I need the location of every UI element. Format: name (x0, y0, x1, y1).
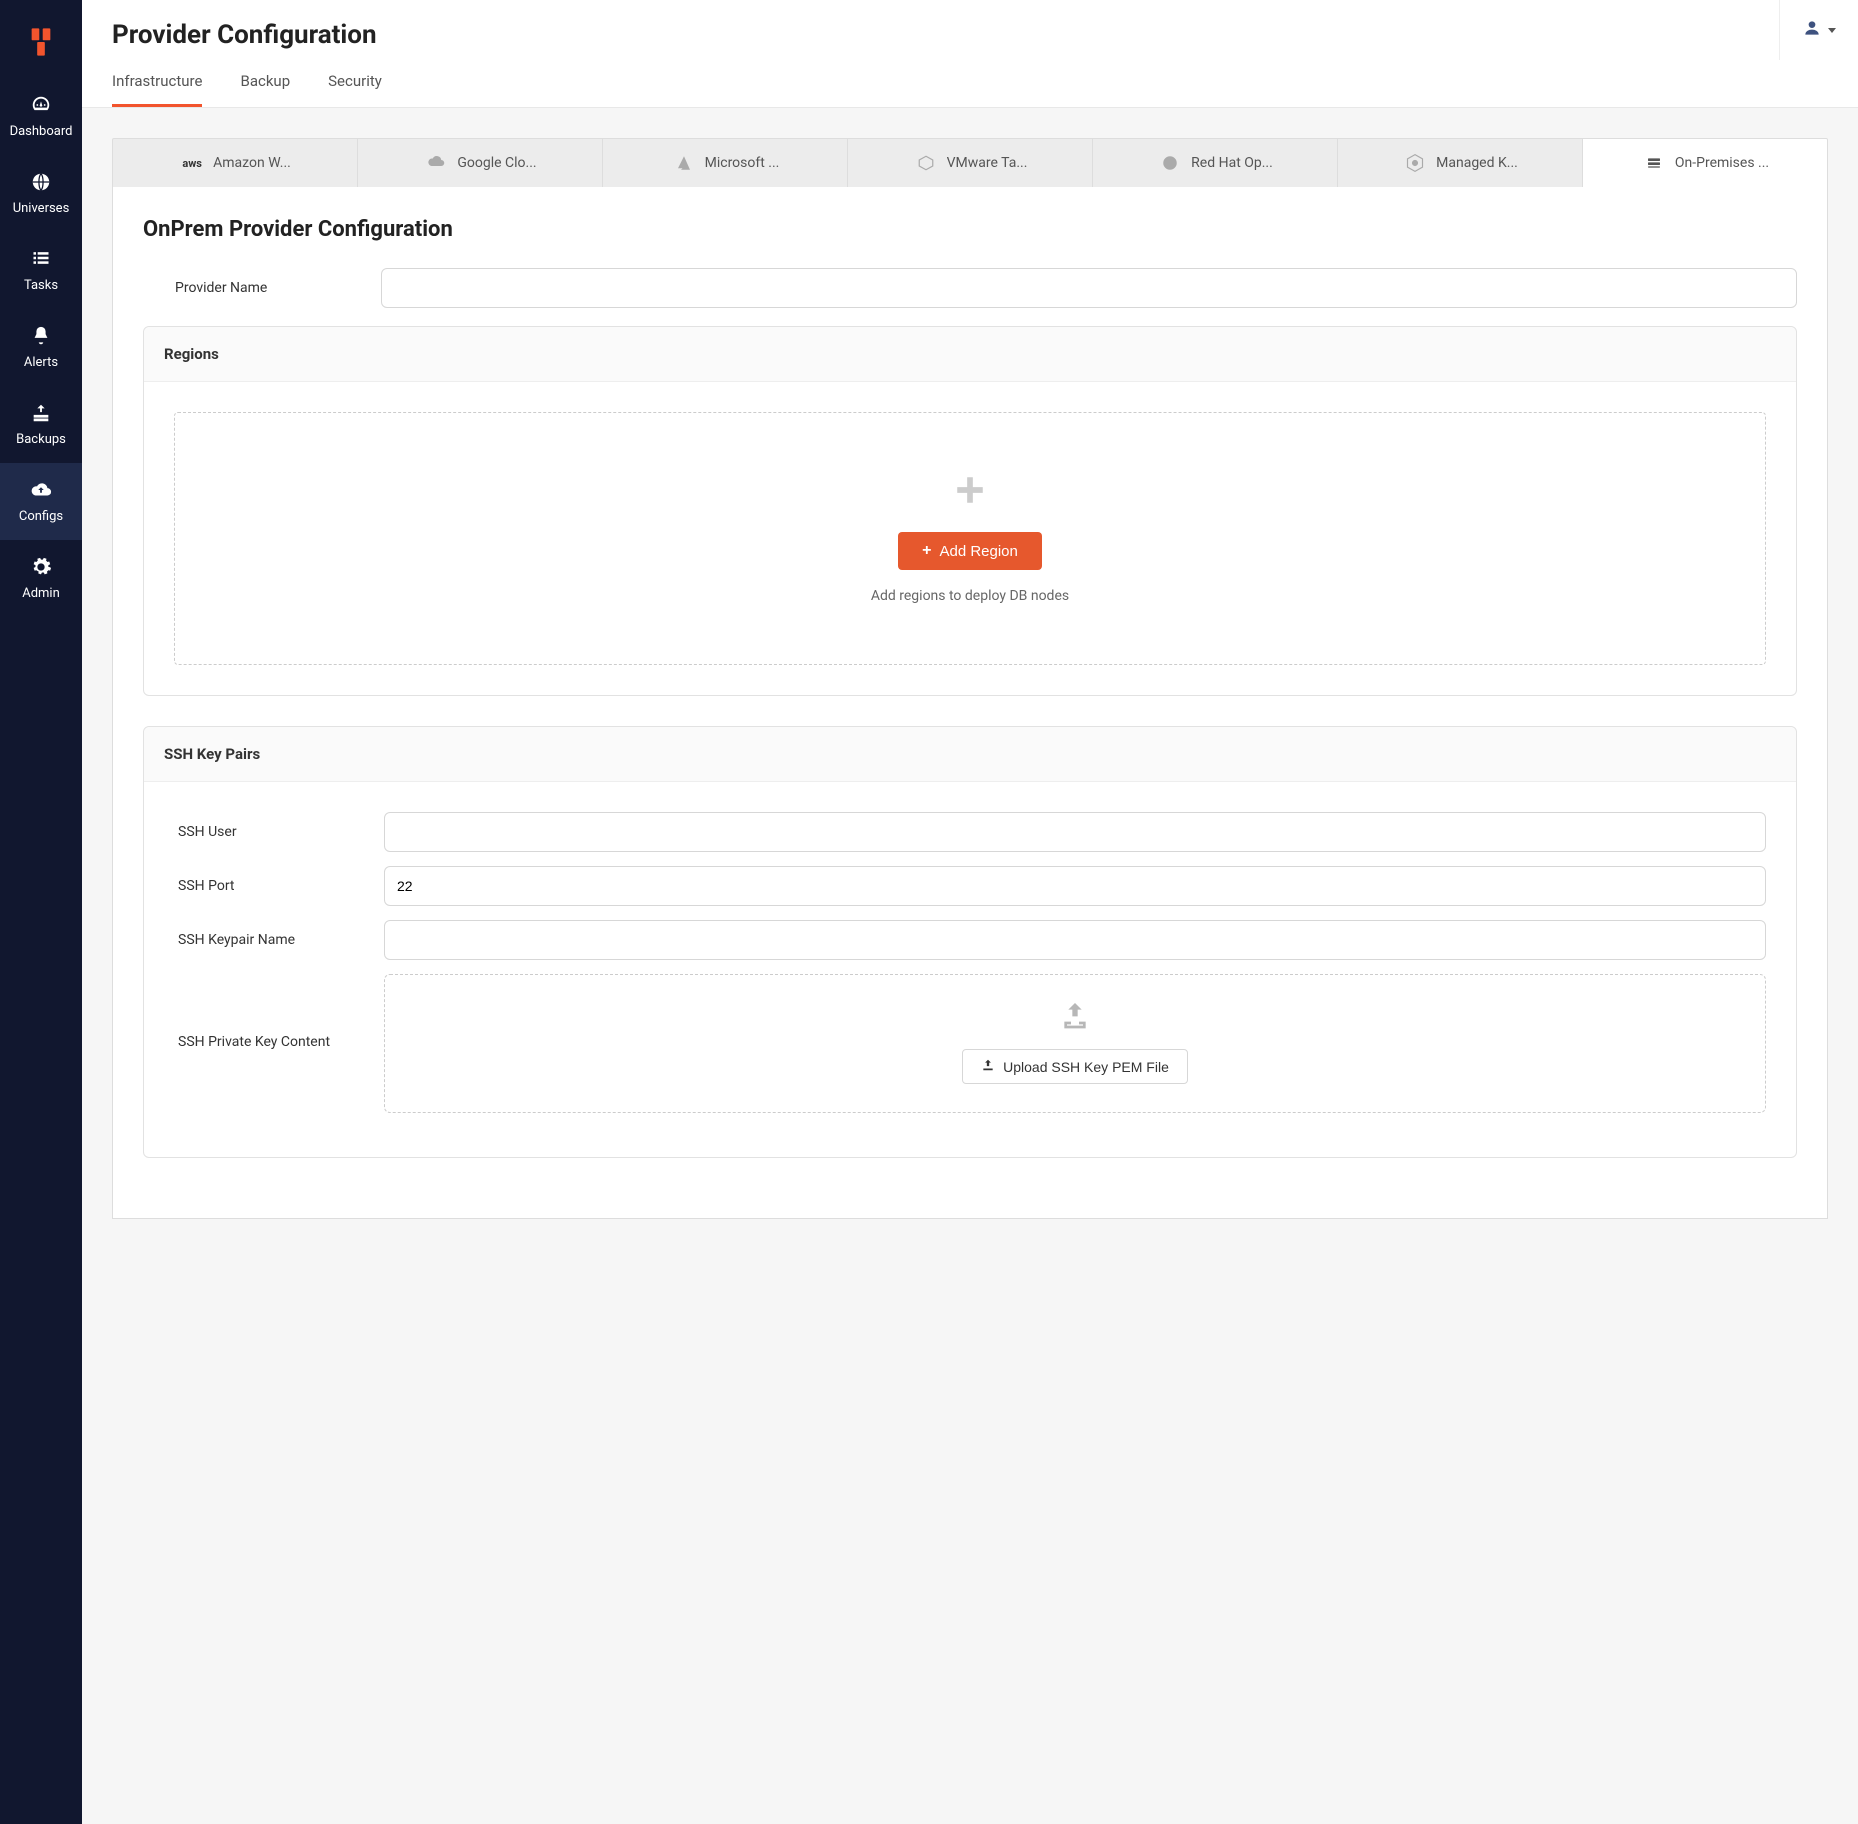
sidebar: Dashboard Universes Tasks Alerts Backups (0, 0, 82, 1824)
gear-icon (28, 556, 54, 578)
regions-header: Regions (144, 327, 1796, 382)
ssh-user-label: SSH User (174, 824, 384, 840)
sidebar-item-admin[interactable]: Admin (0, 540, 82, 617)
caret-down-icon (1828, 28, 1836, 33)
gauge-icon (28, 94, 54, 116)
gcp-icon (423, 153, 449, 173)
config-panel: OnPrem Provider Configuration Provider N… (112, 187, 1828, 1219)
upload-small-icon (981, 1058, 995, 1075)
sidebar-item-label: Alerts (24, 355, 58, 370)
ssh-private-key-label: SSH Private Key Content (174, 974, 384, 1050)
sidebar-item-tasks[interactable]: Tasks (0, 232, 82, 309)
sidebar-item-configs[interactable]: Configs (0, 463, 82, 540)
sidebar-item-label: Admin (22, 586, 60, 601)
ptab-vmware[interactable]: VMware Ta... (848, 139, 1093, 187)
topbar: Provider Configuration Infrastructure Ba… (82, 0, 1858, 108)
user-icon (1802, 18, 1822, 42)
sidebar-item-dashboard[interactable]: Dashboard (0, 78, 82, 155)
add-region-button[interactable]: + Add Region (898, 532, 1042, 570)
ssh-upload-box[interactable]: Upload SSH Key PEM File (384, 974, 1766, 1113)
content: aws Amazon W... Google Clo... Microsoft … (82, 108, 1858, 1824)
main: Provider Configuration Infrastructure Ba… (82, 0, 1858, 1824)
ptab-k8s[interactable]: Managed K... (1338, 139, 1583, 187)
provider-name-input[interactable] (381, 268, 1797, 308)
globe-icon (28, 171, 54, 193)
ptab-aws[interactable]: aws Amazon W... (113, 139, 358, 187)
list-icon (28, 248, 54, 270)
upload-pem-button[interactable]: Upload SSH Key PEM File (962, 1049, 1188, 1084)
page-title: Provider Configuration (112, 20, 382, 50)
ssh-port-input[interactable] (384, 866, 1766, 906)
plus-icon (953, 473, 987, 514)
vmware-icon (913, 153, 939, 173)
regions-card: Regions + Add Region Add regions to depl… (143, 326, 1797, 696)
ssh-keypair-label: SSH Keypair Name (174, 932, 384, 948)
plus-small-icon: + (922, 542, 931, 560)
upload-archive-icon (28, 402, 54, 424)
regions-hint: Add regions to deploy DB nodes (871, 588, 1069, 604)
provider-name-label: Provider Name (171, 280, 381, 296)
azure-icon (671, 153, 697, 173)
sidebar-item-label: Configs (19, 509, 63, 524)
openshift-icon (1157, 153, 1183, 173)
server-icon (1641, 153, 1667, 173)
aws-icon: aws (179, 153, 205, 173)
bell-icon (28, 325, 54, 347)
provider-tabs: aws Amazon W... Google Clo... Microsoft … (112, 138, 1828, 187)
sidebar-item-label: Universes (13, 201, 70, 216)
ptab-onprem[interactable]: On-Premises ... (1583, 139, 1827, 187)
cloud-up-icon (28, 479, 54, 501)
ssh-header: SSH Key Pairs (144, 727, 1796, 782)
sidebar-item-universes[interactable]: Universes (0, 155, 82, 232)
ssh-card: SSH Key Pairs SSH User SSH Port SSH Keyp… (143, 726, 1797, 1158)
ssh-keypair-input[interactable] (384, 920, 1766, 960)
ptab-gcp[interactable]: Google Clo... (358, 139, 603, 187)
sidebar-item-alerts[interactable]: Alerts (0, 309, 82, 386)
top-tabs: Infrastructure Backup Security (112, 72, 382, 107)
sidebar-item-label: Tasks (24, 278, 58, 293)
sidebar-item-backups[interactable]: Backups (0, 386, 82, 463)
ssh-port-label: SSH Port (174, 878, 384, 894)
logo (23, 24, 59, 60)
tab-infrastructure[interactable]: Infrastructure (112, 72, 202, 107)
ssh-user-input[interactable] (384, 812, 1766, 852)
tab-security[interactable]: Security (328, 72, 382, 107)
ptab-azure[interactable]: Microsoft ... (603, 139, 848, 187)
upload-icon (1057, 999, 1093, 1035)
sidebar-item-label: Backups (16, 432, 66, 447)
ptab-openshift[interactable]: Red Hat Op... (1093, 139, 1338, 187)
sidebar-item-label: Dashboard (10, 124, 73, 139)
regions-empty: + Add Region Add regions to deploy DB no… (174, 412, 1766, 665)
panel-title: OnPrem Provider Configuration (143, 217, 1797, 242)
user-menu[interactable] (1779, 0, 1858, 60)
k8s-icon (1402, 153, 1428, 173)
tab-backup[interactable]: Backup (240, 72, 290, 107)
